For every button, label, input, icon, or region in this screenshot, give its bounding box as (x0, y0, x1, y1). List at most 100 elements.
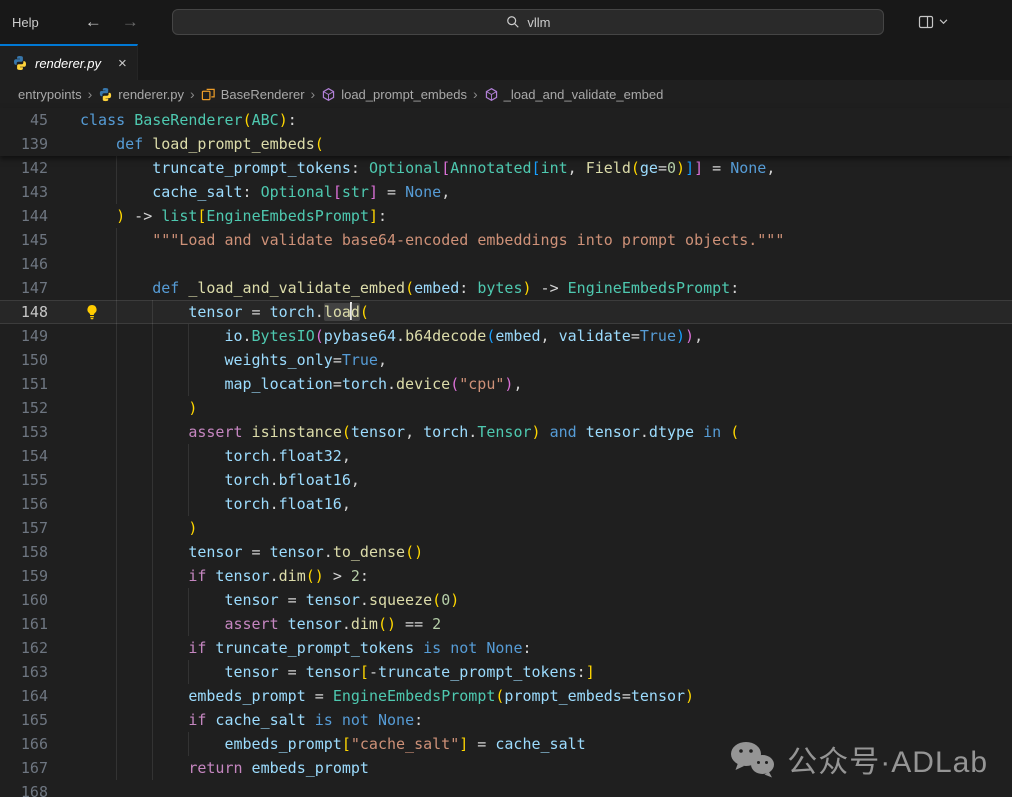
code-token[interactable]: torch (224, 447, 269, 465)
code-token[interactable]: torch (342, 375, 387, 393)
code-line-142[interactable]: 142truncate_prompt_tokens: Optional[Anno… (0, 156, 1012, 180)
code-token[interactable]: float16 (279, 495, 342, 513)
code-token[interactable]: dtype (649, 423, 694, 441)
code-token[interactable]: def (116, 135, 143, 153)
code-token[interactable]: b64decode (405, 327, 486, 345)
code-token[interactable] (243, 423, 252, 441)
code-text[interactable]: torch.bfloat16, (80, 468, 360, 492)
code-token[interactable]: Optional (261, 183, 333, 201)
code-line-160[interactable]: 160tensor = tensor.squeeze(0) (0, 588, 1012, 612)
code-token[interactable]: = (306, 687, 333, 705)
line-number[interactable]: 45 (0, 108, 48, 132)
breadcrumb-item-entrypoints[interactable]: entrypoints (18, 87, 82, 102)
code-token[interactable]: = (378, 183, 405, 201)
code-token[interactable]: squeeze (369, 591, 432, 609)
code-text[interactable]: if truncate_prompt_tokens is not None: (80, 636, 532, 660)
code-token[interactable]: tensor (631, 687, 685, 705)
code-token[interactable]: : (360, 567, 369, 585)
code-token[interactable]: , (342, 495, 351, 513)
code-token[interactable]: , (342, 447, 351, 465)
code-token[interactable]: 0 (667, 159, 676, 177)
code-line-168[interactable]: 168 (0, 780, 1012, 797)
code-token[interactable]: , (513, 375, 522, 393)
code-token[interactable]: , (766, 159, 775, 177)
line-number[interactable]: 149 (0, 324, 48, 348)
code-token[interactable]: ) (450, 591, 459, 609)
code-token[interactable]: tensor (306, 591, 360, 609)
code-token[interactable] (694, 423, 703, 441)
code-token[interactable]: ] (369, 207, 378, 225)
code-line-146[interactable]: 146 (0, 252, 1012, 276)
code-token[interactable]: ( (405, 543, 414, 561)
line-number[interactable]: 156 (0, 492, 48, 516)
code-token[interactable] (143, 135, 152, 153)
code-token[interactable]: bytes (477, 279, 522, 297)
code-text[interactable]: if cache_salt is not None: (80, 708, 423, 732)
code-token[interactable]: ) (676, 159, 685, 177)
code-token[interactable]: . (360, 591, 369, 609)
code-line-152[interactable]: 152) (0, 396, 1012, 420)
code-token[interactable]: . (324, 543, 333, 561)
code-token[interactable]: truncate_prompt_tokens (378, 663, 577, 681)
code-token[interactable]: int (541, 159, 568, 177)
code-token[interactable]: pybase64 (324, 327, 396, 345)
code-token[interactable]: = (658, 159, 667, 177)
code-token[interactable]: torch (423, 423, 468, 441)
code-text[interactable]: assert tensor.dim() == 2 (80, 612, 441, 636)
code-text[interactable]: def load_prompt_embeds( (80, 132, 324, 156)
code-line-151[interactable]: 151map_location=torch.device("cpu"), (0, 372, 1012, 396)
code-token[interactable]: : (730, 279, 739, 297)
code-line-159[interactable]: 159if tensor.dim() > 2: (0, 564, 1012, 588)
code-token[interactable]: . (270, 447, 279, 465)
code-token[interactable]: not (450, 639, 477, 657)
code-token[interactable]: truncate_prompt_tokens (152, 159, 351, 177)
code-token[interactable]: : (288, 111, 297, 129)
line-number[interactable]: 162 (0, 636, 48, 660)
line-number[interactable]: 144 (0, 204, 48, 228)
code-token[interactable]: embed (414, 279, 459, 297)
code-token[interactable]: > (324, 567, 351, 585)
code-token[interactable]: device (396, 375, 450, 393)
code-token[interactable]: ( (243, 111, 252, 129)
line-number[interactable]: 139 (0, 132, 48, 156)
code-token[interactable]: ABC (252, 111, 279, 129)
code-token[interactable]: = (703, 159, 730, 177)
code-token[interactable]: if (188, 639, 206, 657)
code-text[interactable]: class BaseRenderer(ABC): (80, 108, 297, 132)
code-token[interactable]: loa (324, 303, 351, 321)
code-token[interactable]: True (640, 327, 676, 345)
code-token[interactable]: validate (559, 327, 631, 345)
code-token[interactable]: . (243, 327, 252, 345)
code-token[interactable]: ( (730, 423, 739, 441)
code-token[interactable]: tensor (306, 663, 360, 681)
code-token[interactable] (441, 639, 450, 657)
code-text[interactable]: if tensor.dim() > 2: (80, 564, 369, 588)
code-token[interactable]: 2 (351, 567, 360, 585)
code-token[interactable]: in (703, 423, 721, 441)
code-text[interactable]: tensor = torch.load( (80, 300, 369, 324)
code-token[interactable]: None (378, 711, 414, 729)
code-token[interactable]: ) (387, 615, 396, 633)
code-token[interactable]: "cache_salt" (351, 735, 459, 753)
code-text[interactable]: cache_salt: Optional[str] = None, (80, 180, 450, 204)
code-token[interactable]: d (351, 303, 360, 321)
code-token[interactable]: tensor (224, 591, 278, 609)
code-token[interactable]: . (396, 327, 405, 345)
code-line-161[interactable]: 161assert tensor.dim() == 2 (0, 612, 1012, 636)
code-token[interactable]: is (423, 639, 441, 657)
line-number[interactable]: 165 (0, 708, 48, 732)
code-token[interactable]: isinstance (252, 423, 342, 441)
code-editor[interactable]: 45 class BaseRenderer(ABC): 139 def load_pr… (0, 108, 1012, 761)
code-token[interactable]: , (541, 327, 559, 345)
code-token[interactable]: embeds_prompt (188, 687, 305, 705)
code-token[interactable]: EngineEmbedsPrompt (333, 687, 496, 705)
code-token[interactable]: cache_salt (495, 735, 585, 753)
code-token[interactable]: ( (306, 567, 315, 585)
menu-help[interactable]: Help (0, 15, 51, 30)
code-token[interactable]: [ (333, 183, 342, 201)
code-token[interactable]: . (468, 423, 477, 441)
code-token[interactable]: float32 (279, 447, 342, 465)
line-number[interactable]: 157 (0, 516, 48, 540)
code-token[interactable]: dim (351, 615, 378, 633)
code-token[interactable]: : (522, 639, 531, 657)
